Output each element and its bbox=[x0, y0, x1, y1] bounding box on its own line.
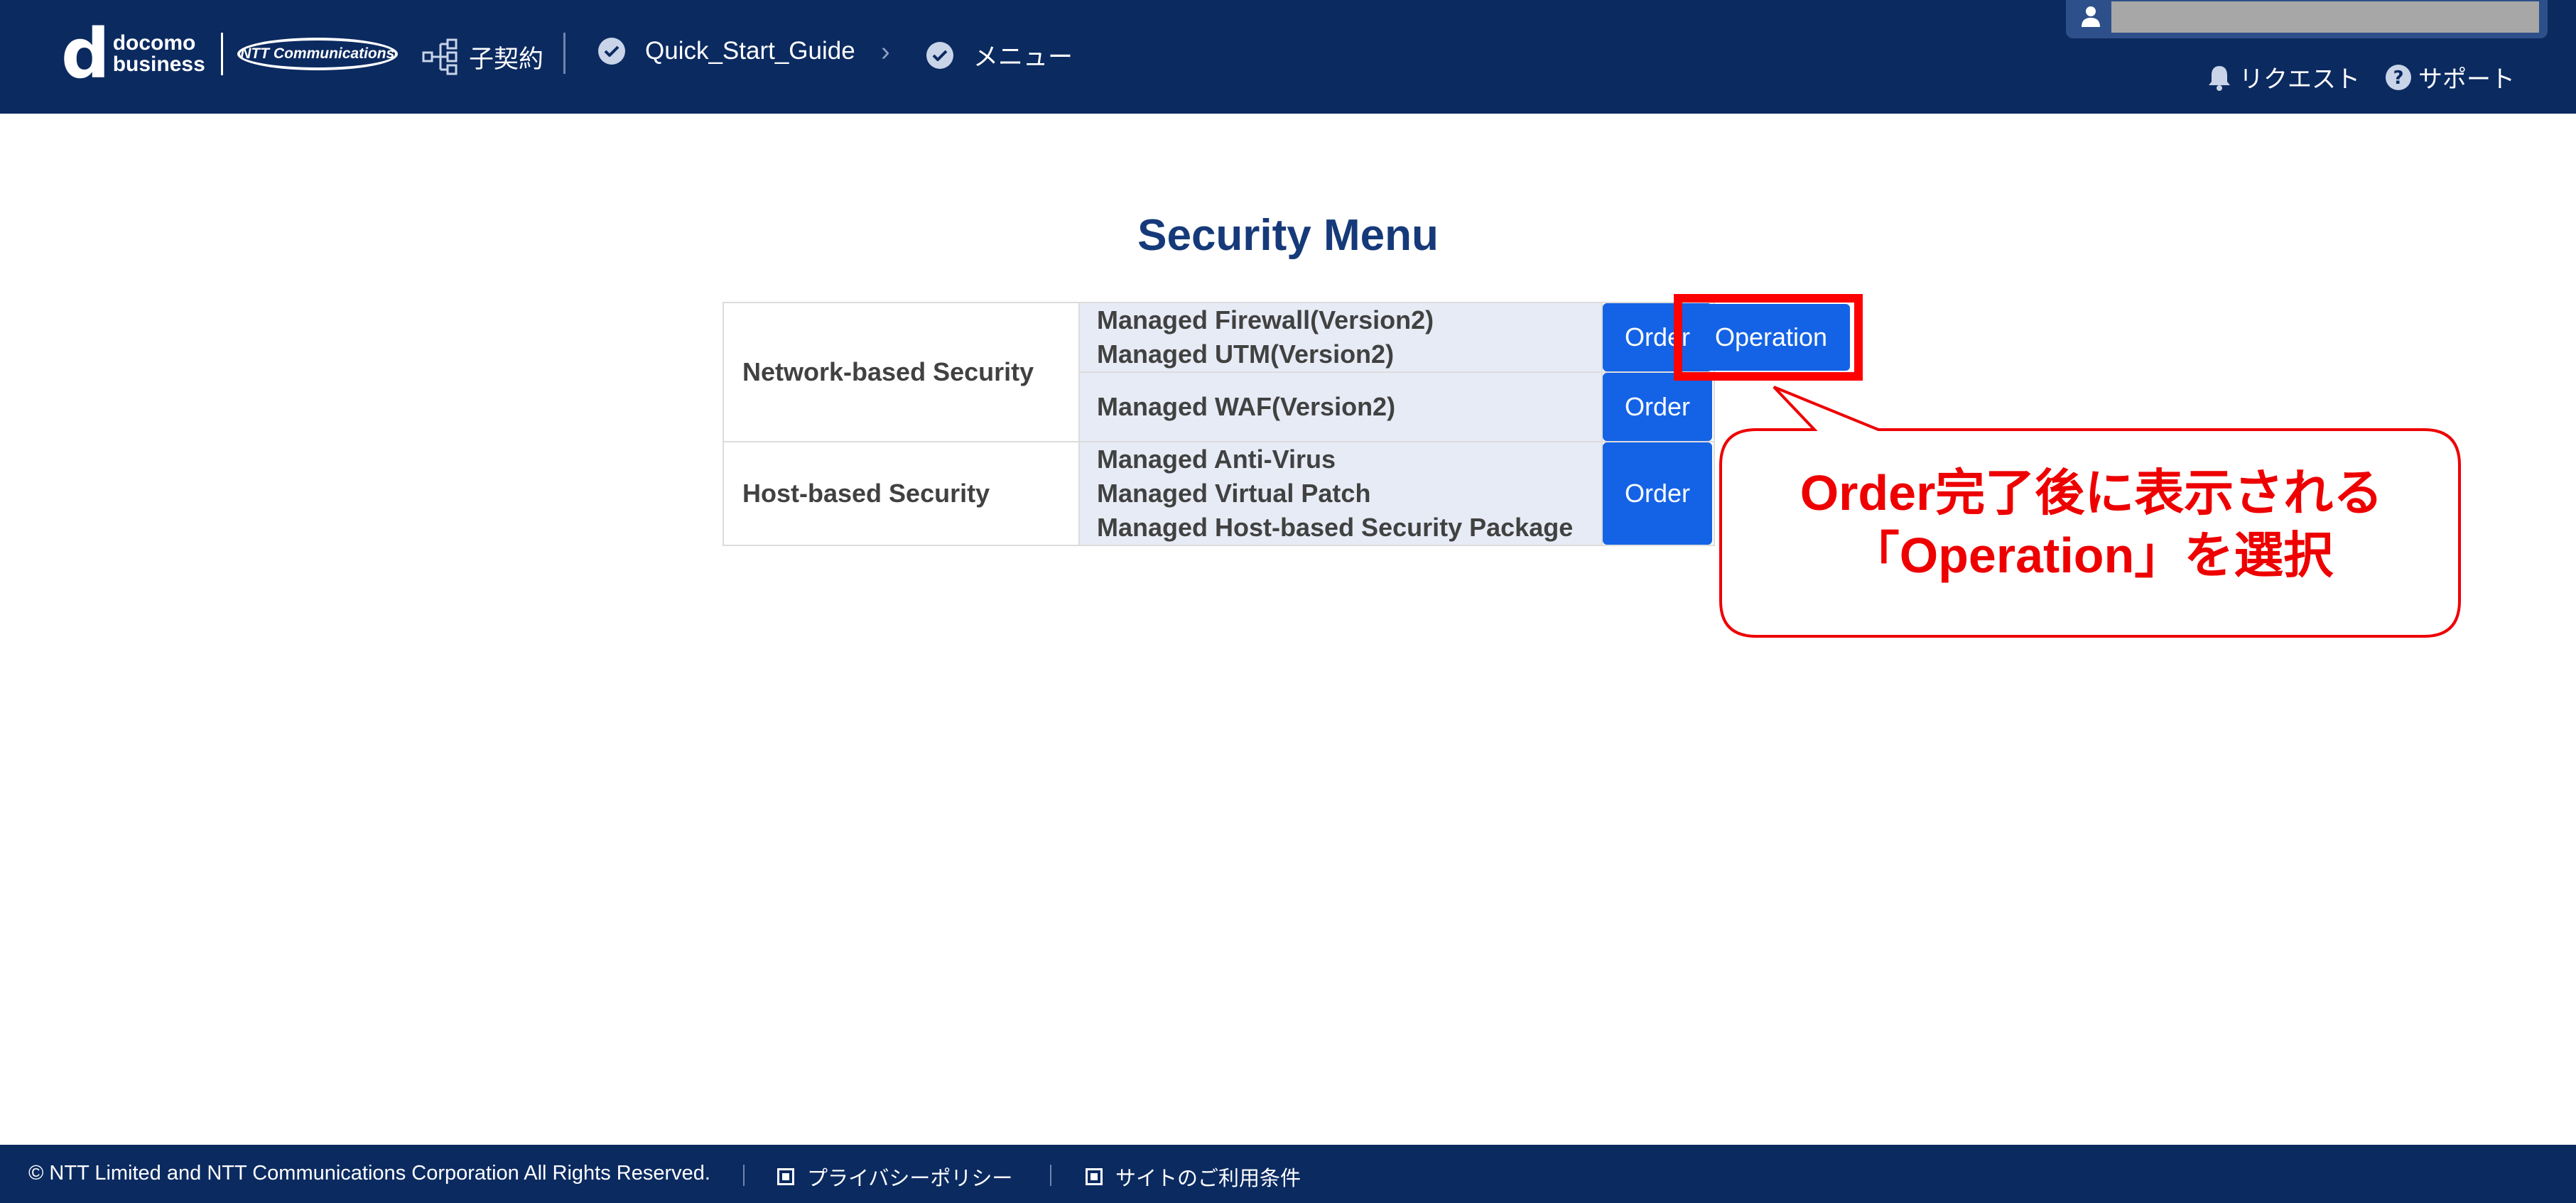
service-name: Managed Anti-Virus bbox=[1097, 445, 1336, 474]
help-circle-icon: ? bbox=[2386, 64, 2411, 90]
annotation-line-1: Order完了後に表示される bbox=[1800, 465, 2383, 521]
logo-wordmark: docomo business bbox=[113, 33, 205, 75]
svg-text:?: ? bbox=[2393, 67, 2403, 89]
docomo-business-logo[interactable]: d docomo business NTT Communications bbox=[61, 14, 398, 94]
terms-of-use-link[interactable]: サイトのご利用条件 bbox=[1086, 1162, 1301, 1192]
service-name: Managed Host-based Security Package bbox=[1097, 513, 1574, 542]
service-name: Managed Firewall(Version2) bbox=[1097, 305, 1434, 334]
action-cell: Order bbox=[1601, 371, 1715, 442]
service-name: Managed Virtual Patch bbox=[1097, 479, 1371, 508]
table-row: Host-based Security Managed Anti-Virus M… bbox=[723, 441, 1715, 546]
check-circle-icon bbox=[926, 41, 953, 69]
breadcrumb-menu[interactable]: メニュー bbox=[926, 37, 1073, 73]
breadcrumb-label: メニュー bbox=[973, 43, 1073, 71]
annotation-callout bbox=[1719, 386, 2461, 638]
footer-divider bbox=[743, 1165, 745, 1186]
category-host-based: Host-based Security bbox=[723, 441, 1080, 546]
footer: © NTT Limited and NTT Communications Cor… bbox=[0, 1145, 2576, 1203]
user-name-field bbox=[2111, 1, 2539, 33]
contract-nav[interactable]: 子契約 bbox=[422, 37, 543, 77]
table-row: Network-based Security Managed Firewall(… bbox=[723, 302, 1715, 442]
logo-divider bbox=[220, 33, 223, 75]
nav-divider bbox=[563, 33, 565, 74]
category-network-based: Network-based Security bbox=[723, 302, 1080, 442]
logo-d-glyph: d bbox=[61, 14, 110, 94]
footer-divider bbox=[1050, 1165, 1051, 1186]
top-header: d docomo business NTT Communications 子契約… bbox=[0, 0, 2576, 114]
external-link-icon bbox=[777, 1168, 794, 1185]
service-name: Managed WAF(Version2) bbox=[1097, 392, 1396, 421]
request-label: リクエスト bbox=[2239, 66, 2360, 93]
copyright-text: © NTT Limited and NTT Communications Cor… bbox=[28, 1162, 710, 1185]
check-circle-icon bbox=[598, 38, 625, 65]
user-icon bbox=[2082, 6, 2100, 27]
annotation-line-2: 「Operation」を選択 bbox=[1849, 528, 2334, 583]
logo-line-business: business bbox=[112, 53, 205, 76]
support-label: サポート bbox=[2418, 66, 2515, 93]
breadcrumb-label: Quick_Start_Guide bbox=[645, 37, 855, 65]
page-title: Security Menu bbox=[1137, 211, 1439, 260]
breadcrumb-separator: › bbox=[881, 37, 890, 67]
privacy-policy-link[interactable]: プライバシーポリシー bbox=[777, 1162, 1012, 1192]
bell-icon bbox=[2209, 65, 2230, 91]
logo-line-docomo: docomo bbox=[112, 31, 196, 55]
breadcrumb-quick-start[interactable]: Quick_Start_Guide bbox=[598, 37, 855, 65]
contract-label: 子契約 bbox=[469, 45, 544, 73]
security-menu-table: Network-based Security Managed Firewall(… bbox=[723, 302, 1715, 546]
service-cell: Managed WAF(Version2) bbox=[1078, 371, 1603, 442]
annotation-text: Order完了後に表示される 「Operation」を選択 bbox=[1722, 462, 2461, 587]
service-cell: Managed Firewall(Version2) Managed UTM(V… bbox=[1078, 302, 1603, 373]
external-link-icon bbox=[1086, 1168, 1103, 1185]
action-cell: Order bbox=[1601, 441, 1715, 546]
operation-highlight-box bbox=[1674, 294, 1863, 381]
ntt-communications-logo: NTT Communications bbox=[237, 38, 398, 70]
service-cell: Managed Anti-Virus Managed Virtual Patch… bbox=[1078, 441, 1603, 546]
privacy-policy-label: プライバシーポリシー bbox=[807, 1167, 1013, 1190]
service-name: Managed UTM(Version2) bbox=[1097, 339, 1395, 369]
request-link[interactable]: リクエスト bbox=[2205, 60, 2360, 94]
order-button-waf[interactable]: Order bbox=[1603, 373, 1712, 441]
tree-icon bbox=[422, 38, 458, 75]
terms-of-use-label: サイトのご利用条件 bbox=[1115, 1167, 1301, 1190]
order-button-host-based[interactable]: Order bbox=[1603, 442, 1712, 545]
user-account-box[interactable] bbox=[2066, 0, 2548, 38]
support-link[interactable]: ? サポート bbox=[2384, 60, 2515, 94]
